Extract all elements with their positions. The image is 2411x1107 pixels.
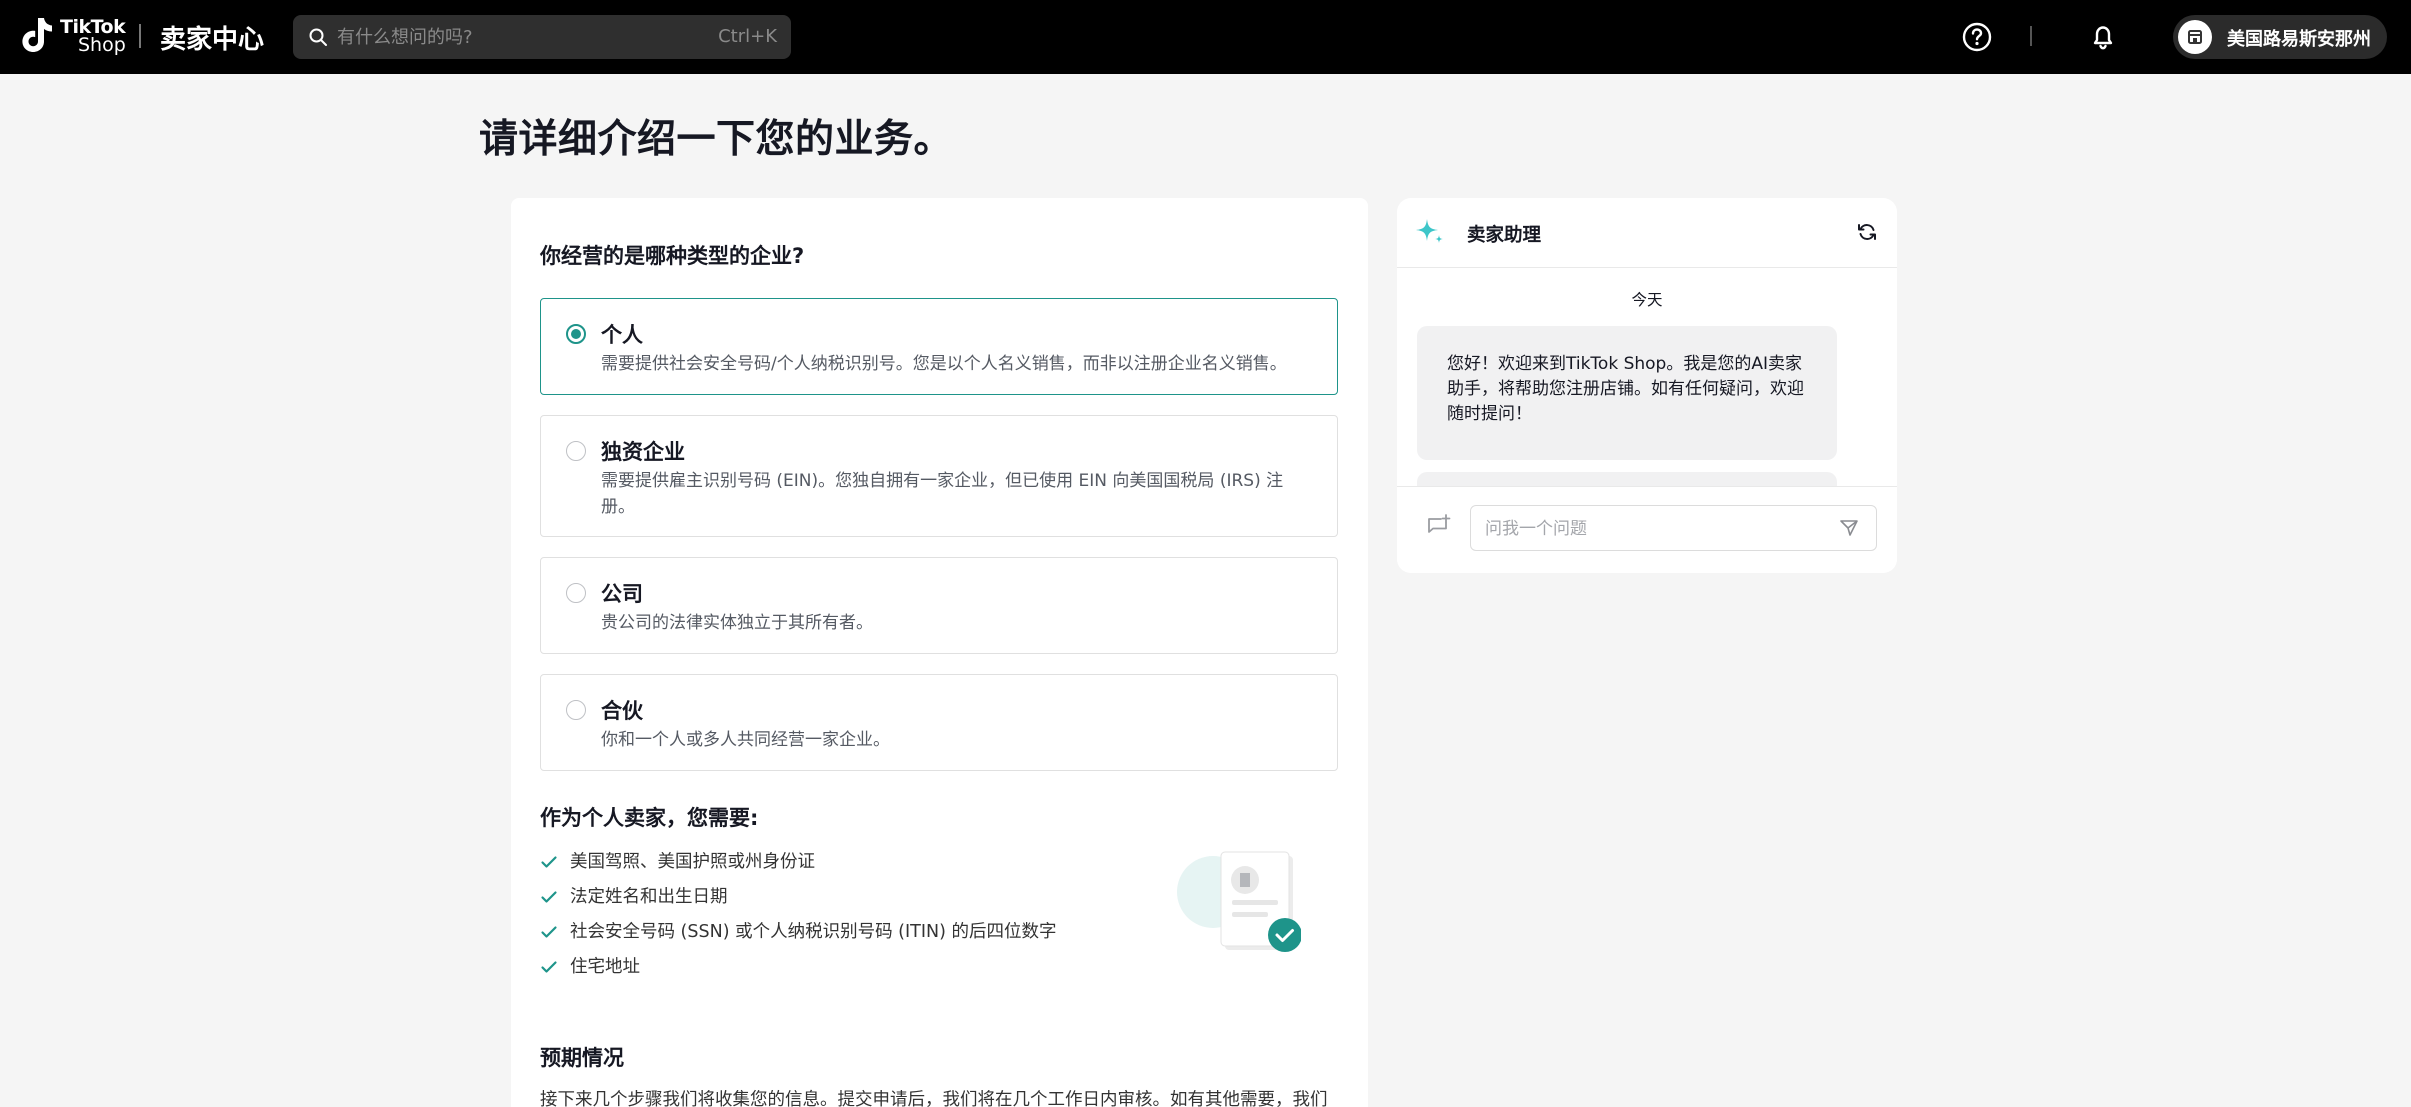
document-illustration — [1177, 851, 1301, 952]
business-type-question: 你经营的是哪种类型的企业? — [540, 244, 805, 268]
radio-corporation[interactable] — [566, 583, 586, 603]
option-corporation[interactable]: 公司 贵公司的法律实体独立于其所有者。 — [540, 557, 1338, 654]
logo-line-2: Shop — [78, 34, 126, 56]
page-title: 请详细介绍一下您的业务。 — [479, 117, 954, 162]
search-input[interactable] — [337, 21, 697, 53]
seller-center-title[interactable]: 卖家中心 — [160, 19, 264, 56]
radio-individual[interactable] — [566, 324, 586, 344]
bell-icon[interactable] — [2087, 21, 2119, 53]
logo-divider — [139, 24, 141, 48]
option-partnership[interactable]: 合伙 你和一个人或多人共同经营一家企业。 — [540, 674, 1338, 771]
option-title: 合伙 — [601, 699, 643, 723]
check-icon — [541, 926, 557, 938]
requirement-text: 住宅地址 — [570, 957, 640, 977]
business-type-card: 你经营的是哪种类型的企业? 个人 需要提供社会安全号码/个人纳税识别号。您是以个… — [511, 198, 1368, 1107]
sparkle-icon — [1416, 219, 1443, 243]
option-title: 公司 — [601, 582, 643, 606]
option-individual[interactable]: 个人 需要提供社会安全号码/个人纳税识别号。您是以个人名义销售，而非以注册企业名… — [540, 298, 1338, 395]
chat-date-label: 今天 — [1631, 291, 1663, 309]
top-navigation-bar: TikTok Shop 卖家中心 Ctrl+K 美国路易斯安那州 — [0, 0, 2411, 74]
help-icon[interactable] — [1961, 21, 1993, 53]
account-switcher[interactable]: 美国路易斯安那州 — [2173, 15, 2387, 59]
logo-text: TikTok Shop — [60, 18, 126, 56]
requirement-text: 社会安全号码 (SSN) 或个人纳税识别号码 (ITIN) 的后四位数字 — [570, 922, 1057, 942]
tiktok-shop-logo[interactable]: TikTok Shop — [18, 14, 126, 58]
assistant-message: 您好！欢迎来到TikTok Shop。我是您的AI卖家助手，将帮助您注册店铺。如… — [1417, 326, 1837, 460]
option-description: 需要提供雇主识别号码 (EIN)。您独自拥有一家企业，但已使用 EIN 向美国国… — [601, 471, 1284, 517]
assistant-header: 卖家助理 — [1397, 198, 1897, 268]
option-sole-proprietorship[interactable]: 独资企业 需要提供雇主识别号码 (EIN)。您独自拥有一家企业，但已使用 EIN… — [540, 415, 1338, 537]
seller-assistant-panel: 卖家助理 今天 您好！欢迎来到TikTok Shop。我是您的AI卖家助手，将帮… — [1397, 198, 1897, 573]
check-icon — [541, 891, 557, 903]
search-icon — [309, 28, 327, 46]
option-description: 贵公司的法律实体独立于其所有者。 — [601, 613, 873, 633]
check-icon — [541, 961, 557, 973]
option-title: 个人 — [601, 323, 643, 347]
header-separator — [2030, 26, 2032, 46]
global-search[interactable]: Ctrl+K — [293, 15, 791, 59]
option-description: 需要提供社会安全号码/个人纳税识别号。您是以个人名义销售，而非以注册企业名义销售… — [601, 354, 1287, 374]
refresh-icon[interactable] — [1856, 221, 1878, 243]
option-description: 你和一个人或多人共同经营一家企业。 — [601, 730, 890, 750]
assistant-title: 卖家助理 — [1467, 225, 1542, 246]
requirements-title: 作为个人卖家，您需要: — [540, 806, 759, 830]
store-avatar — [2178, 20, 2212, 54]
radio-partnership[interactable] — [566, 700, 586, 720]
store-icon — [2188, 30, 2202, 44]
send-icon[interactable] — [1838, 517, 1860, 539]
check-icon — [541, 856, 557, 868]
chat-add-icon[interactable] — [1425, 513, 1451, 539]
expectations-text: 接下来几个步骤我们将收集您的信息。提交申请后，我们将在几个工作日内审核。如有其他… — [540, 1090, 1328, 1107]
search-shortcut-hint: Ctrl+K — [718, 26, 777, 47]
tiktok-logo-icon — [22, 18, 52, 52]
radio-sole-proprietorship[interactable] — [566, 441, 586, 461]
ask-question-input[interactable] — [1485, 514, 1825, 544]
account-name: 美国路易斯安那州 — [2227, 29, 2371, 50]
ask-question-box[interactable] — [1470, 505, 1877, 551]
requirement-text: 法定姓名和出生日期 — [570, 887, 728, 907]
requirement-text: 美国驾照、美国护照或州身份证 — [570, 852, 815, 872]
option-title: 独资企业 — [601, 440, 685, 464]
expectations-title: 预期情况 — [540, 1046, 624, 1070]
assistant-input-area — [1397, 486, 1897, 573]
